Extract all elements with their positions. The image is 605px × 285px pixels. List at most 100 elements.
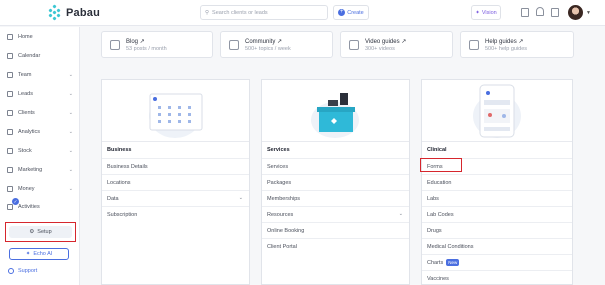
help-icon xyxy=(469,40,479,50)
forms-highlight xyxy=(420,158,462,172)
sidebar-item-label: Marketing xyxy=(18,167,43,173)
sidebar-item-money[interactable]: Money ⌄ xyxy=(7,183,73,195)
sidebar-item-label: Home xyxy=(18,34,33,40)
services-illustration xyxy=(262,80,409,142)
video-guides-card[interactable]: Video guides ↗ 300+ videos xyxy=(340,31,453,58)
services-link[interactable]: Services xyxy=(262,158,409,174)
stock-icon xyxy=(7,148,13,154)
support-link[interactable]: Support xyxy=(8,268,37,274)
sidebar-item-label: Analytics xyxy=(18,129,41,135)
sidebar-item-leads[interactable]: Leads ⌄ xyxy=(7,88,73,100)
card-subtitle: 500+ topics / week xyxy=(245,46,291,52)
business-details-link[interactable]: Business Details xyxy=(102,158,249,174)
chevron-down-icon: ⌄ xyxy=(68,110,73,116)
client-portal-link[interactable]: Client Portal xyxy=(262,238,409,254)
column-title: Clinical xyxy=(427,147,447,153)
activities-icon xyxy=(7,204,13,210)
chevron-down-icon: ⌄ xyxy=(68,186,73,192)
sidebar-item-label: Leads xyxy=(18,91,33,97)
top-bar: Pabau ⚲ Search clients or leads + Create… xyxy=(0,0,605,26)
business-column: Business Business Details Locations Data… xyxy=(101,79,250,285)
chevron-down-icon: ⌄ xyxy=(68,91,73,97)
clients-icon xyxy=(7,110,13,116)
memberships-link[interactable]: Memberships xyxy=(262,190,409,206)
chevron-down-icon[interactable]: ▼ xyxy=(586,10,591,16)
education-link[interactable]: Education xyxy=(422,174,572,190)
chevron-down-icon: ⌄ xyxy=(238,195,243,201)
clinical-column: Clinical Forms Education Labs Lab Codes … xyxy=(421,79,573,285)
sidebar-item-home[interactable]: Home xyxy=(7,31,73,43)
support-label: Support xyxy=(18,268,38,274)
activities-notification-icon: ✓ xyxy=(12,198,19,205)
community-icon xyxy=(229,40,239,50)
chevron-down-icon: ⌄ xyxy=(68,129,73,135)
charts-link[interactable]: Charts New xyxy=(422,254,572,270)
business-illustration xyxy=(102,80,249,142)
help-circle-icon xyxy=(8,268,14,274)
locations-link[interactable]: Locations xyxy=(102,174,249,190)
search-input[interactable]: ⚲ Search clients or leads xyxy=(200,5,328,20)
subscription-link[interactable]: Subscription xyxy=(102,206,249,222)
echo-ai-button[interactable]: ✦ Echo AI xyxy=(9,248,69,260)
card-title: Community ↗ xyxy=(245,39,283,45)
marketing-icon xyxy=(7,167,13,173)
team-icon xyxy=(7,72,13,78)
sidebar-item-analytics[interactable]: Analytics ⌄ xyxy=(7,126,73,138)
pabau-logo-icon xyxy=(47,4,62,21)
leads-icon xyxy=(7,91,13,97)
community-card[interactable]: Community ↗ 500+ topics / week xyxy=(220,31,333,58)
card-title: Blog ↗ xyxy=(126,39,145,45)
column-title: Services xyxy=(267,147,290,153)
medical-conditions-link[interactable]: Medical Conditions xyxy=(422,238,572,254)
calendar-icon[interactable] xyxy=(521,8,529,17)
logo[interactable]: Pabau xyxy=(47,4,100,21)
clipboard-icon[interactable] xyxy=(551,8,559,17)
card-title: Video guides ↗ xyxy=(365,39,407,45)
vision-label: Vision xyxy=(481,9,497,16)
echo-ai-label: Echo AI xyxy=(33,251,53,257)
sidebar-item-stock[interactable]: Stock ⌄ xyxy=(7,145,73,157)
labs-link[interactable]: Labs xyxy=(422,190,572,206)
create-label: Create xyxy=(347,9,364,16)
help-guides-card[interactable]: Help guides ↗ 500+ help guides xyxy=(460,31,574,58)
avatar[interactable] xyxy=(568,5,583,20)
card-subtitle: 500+ help guides xyxy=(485,46,528,52)
analytics-icon xyxy=(7,129,13,135)
packages-link[interactable]: Packages xyxy=(262,174,409,190)
sidebar-item-calendar[interactable]: Calendar xyxy=(7,50,73,62)
gear-icon: ⚙ xyxy=(29,229,35,235)
sidebar-item-label: Team xyxy=(18,72,32,78)
sidebar-item-team[interactable]: Team ⌄ xyxy=(7,69,73,81)
video-icon xyxy=(349,40,359,50)
clinical-illustration xyxy=(422,80,572,142)
create-button[interactable]: + Create xyxy=(333,5,369,20)
column-title: Business xyxy=(107,147,132,153)
blog-card[interactable]: Blog ↗ 53 posts / month xyxy=(101,31,213,58)
sidebar-item-label: Activities xyxy=(18,204,40,210)
bell-icon[interactable] xyxy=(536,7,544,16)
chevron-down-icon: ⌄ xyxy=(68,148,73,154)
sidebar-item-clients[interactable]: Clients ⌄ xyxy=(7,107,73,119)
online-booking-link[interactable]: Online Booking xyxy=(262,222,409,238)
card-title: Help guides ↗ xyxy=(485,39,524,45)
magic-wand-icon: ✦ xyxy=(25,251,31,257)
drugs-link[interactable]: Drugs xyxy=(422,222,572,238)
setup-button[interactable]: ⚙ Setup xyxy=(9,226,72,238)
sidebar-item-label: Calendar xyxy=(18,53,41,59)
vision-button[interactable]: ✦ Vision xyxy=(471,5,501,20)
chevron-down-icon: ⌄ xyxy=(68,72,73,78)
search-icon: ⚲ xyxy=(205,9,210,16)
setup-label: Setup xyxy=(37,229,52,235)
sidebar-item-marketing[interactable]: Marketing ⌄ xyxy=(7,164,73,176)
blog-icon xyxy=(110,40,120,50)
data-link[interactable]: Data ⌄ xyxy=(102,190,249,206)
sidebar-item-label: Money xyxy=(18,186,35,192)
vaccines-link[interactable]: Vaccines xyxy=(422,270,572,285)
lab-codes-link[interactable]: Lab Codes xyxy=(422,206,572,222)
sparkle-icon: ✦ xyxy=(475,9,480,16)
search-placeholder: Search clients or leads xyxy=(212,9,268,16)
resources-link[interactable]: Resources ⌄ xyxy=(262,206,409,222)
card-subtitle: 300+ videos xyxy=(365,46,395,52)
new-badge: New xyxy=(446,259,460,266)
chevron-down-icon: ⌄ xyxy=(398,211,403,217)
